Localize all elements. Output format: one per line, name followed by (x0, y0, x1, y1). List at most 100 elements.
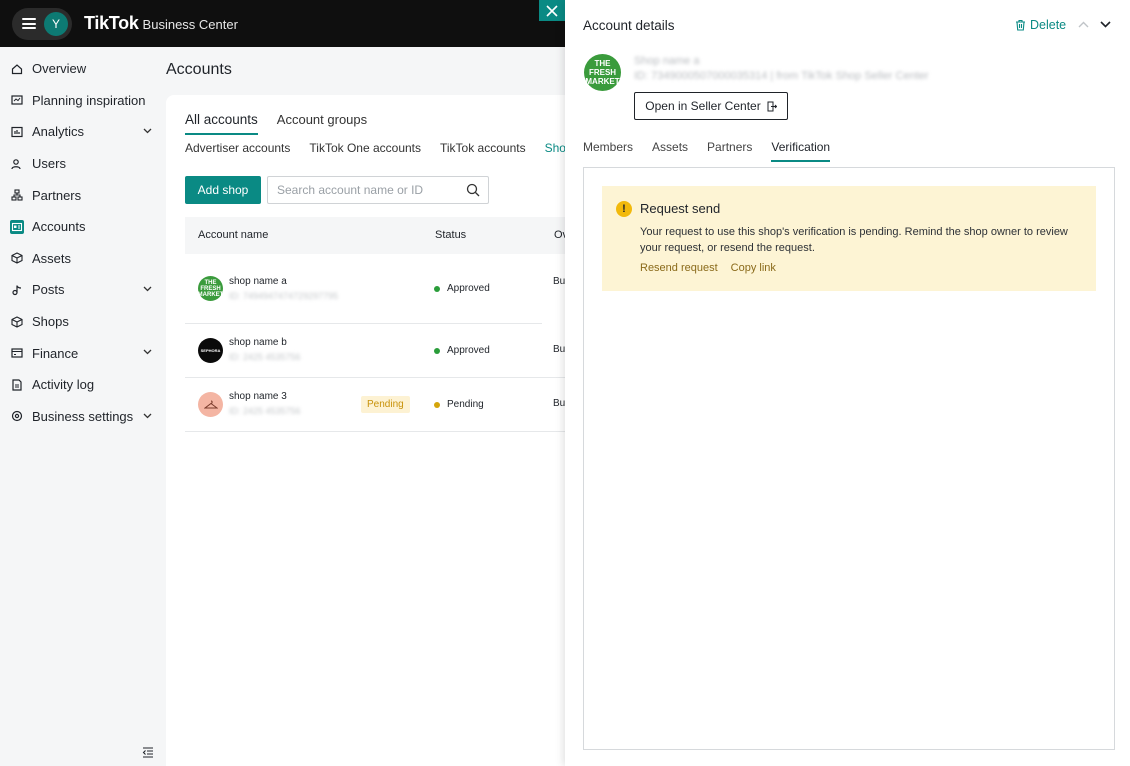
shop-name: Shop name a (634, 55, 700, 67)
users-icon (10, 157, 24, 171)
sidebar-item-label: Business settings (32, 408, 134, 424)
sidebar-item-planning-inspiration[interactable]: Planning inspiration (0, 85, 166, 117)
add-shop-button[interactable]: Add shop (185, 176, 261, 204)
page-title: Accounts (166, 61, 232, 78)
copy-link-link[interactable]: Copy link (731, 262, 776, 274)
chevron-down-icon[interactable] (143, 126, 152, 137)
close-drawer-button[interactable] (539, 0, 565, 21)
tab-tiktok-one-accounts[interactable]: TikTok One accounts (309, 141, 421, 155)
tab-members[interactable]: Members (583, 140, 633, 162)
alert-body: Your request to use this shop's verifica… (640, 226, 1068, 254)
tab-assets[interactable]: Assets (652, 140, 688, 162)
column-header-account-name: Account name (198, 229, 269, 241)
previous-record-button[interactable] (1078, 17, 1089, 31)
delete-button[interactable]: Delete (1015, 18, 1066, 32)
table-row[interactable]: THE FRESH MARKET shop name a ID: 7494947… (185, 254, 565, 324)
tab-tiktok-accounts[interactable]: TikTok accounts (440, 141, 526, 155)
open-seller-label: Open in Seller Center (645, 99, 761, 113)
owner-cell: Bu (553, 398, 566, 409)
tab-partners[interactable]: Partners (707, 140, 752, 162)
hanger-icon (203, 400, 218, 408)
sidebar-item-label: Overview (32, 61, 87, 77)
finance-icon (10, 346, 24, 360)
sidebar-item-analytics[interactable]: Analytics (0, 116, 166, 148)
partners-icon (10, 188, 24, 202)
shop-logo: THE FRESH MARKET (584, 54, 621, 91)
accounts-icon (10, 219, 24, 234)
shop-name: shop name b (229, 337, 287, 348)
account-type-tabs: Advertiser accounts TikTok One accounts … (185, 141, 566, 155)
status-dot (434, 285, 440, 292)
sidebar-item-label: Accounts (32, 219, 86, 235)
open-in-seller-center-button[interactable]: Open in Seller Center (634, 92, 788, 120)
main-content: Accounts All accounts Account groups Adv… (166, 47, 568, 766)
tab-verification[interactable]: Verification (771, 140, 831, 162)
table-row[interactable]: SEPHORA shop name b ID: 2425 4535756 App… (185, 324, 565, 378)
sidebar-item-accounts[interactable]: Accounts (0, 211, 166, 243)
settings-icon (10, 409, 24, 423)
verification-alert: ! Request send Your request to use this … (602, 186, 1096, 291)
activity-log-icon (10, 378, 24, 392)
brand-name: TikTok (84, 13, 139, 33)
chevron-down-icon[interactable] (143, 347, 152, 358)
account-details-drawer: Account details Delete THE FRESH MARKET … (565, 0, 1130, 766)
sidebar-item-partners[interactable]: Partners (0, 179, 166, 211)
status-text: Approved (447, 283, 490, 294)
account-menu-button[interactable]: Y (12, 7, 72, 40)
planning-icon (10, 93, 24, 107)
status-text: Pending (447, 399, 484, 410)
status-cell: Approved (434, 345, 490, 356)
sidebar-item-label: Assets (32, 250, 72, 266)
search-icon[interactable] (466, 183, 480, 200)
alert-title: Request send (640, 201, 721, 216)
table-header: Account name Status Ov (185, 217, 568, 254)
collapse-sidebar-icon[interactable] (142, 746, 154, 758)
analytics-icon (10, 125, 24, 139)
sidebar-item-activity-log[interactable]: Activity log (0, 369, 166, 401)
next-record-button[interactable] (1100, 17, 1111, 31)
trash-icon (1016, 19, 1025, 31)
shop-logo (198, 392, 223, 417)
shops-icon (10, 315, 24, 329)
resend-request-link[interactable]: Resend request (640, 262, 718, 274)
hamburger-icon (22, 18, 36, 29)
accounts-card: All accounts Account groups Advertiser a… (166, 95, 568, 766)
close-icon (546, 4, 558, 17)
status-cell: Pending (434, 399, 484, 410)
warning-icon: ! (616, 201, 632, 217)
brand-logo: TikTok Business Center (84, 13, 238, 34)
shop-name: shop name a (229, 276, 287, 287)
sidebar: Overview Planning inspiration Analytics … (0, 47, 166, 766)
chevron-down-icon[interactable] (143, 284, 152, 295)
sidebar-item-posts[interactable]: Posts (0, 274, 166, 306)
tab-advertiser-accounts[interactable]: Advertiser accounts (185, 141, 290, 155)
owner-cell: Bu (553, 276, 566, 287)
shop-id: ID: 7494947474729297795 (229, 291, 339, 301)
status-dot (434, 401, 440, 408)
external-link-icon (767, 101, 777, 111)
sidebar-item-label: Planning inspiration (32, 92, 146, 108)
sidebar-item-label: Users (32, 156, 66, 172)
sidebar-item-business-settings[interactable]: Business settings (0, 401, 166, 433)
sidebar-item-overview[interactable]: Overview (0, 53, 166, 85)
owner-cell: Bu (553, 344, 566, 355)
assets-icon (10, 251, 24, 265)
home-icon (10, 62, 24, 76)
verification-panel: ! Request send Your request to use this … (583, 167, 1115, 750)
sidebar-item-finance[interactable]: Finance (0, 337, 166, 369)
search-input[interactable] (277, 183, 457, 197)
tab-all-accounts[interactable]: All accounts (185, 112, 258, 135)
sidebar-item-shops[interactable]: Shops (0, 306, 166, 338)
status-cell: Approved (434, 283, 490, 294)
status-text: Approved (447, 345, 490, 356)
alert-links: Resend request Copy link (640, 262, 776, 274)
sidebar-item-users[interactable]: Users (0, 148, 166, 180)
tab-shops[interactable]: Sho (545, 141, 566, 155)
status-dot (434, 347, 440, 354)
tab-account-groups[interactable]: Account groups (277, 112, 367, 135)
sidebar-item-assets[interactable]: Assets (0, 243, 166, 275)
chevron-down-icon[interactable] (143, 411, 152, 422)
shop-logo: THE FRESH MARKET (198, 276, 223, 301)
table-row[interactable]: shop name 3 ID: 2425 4535756 Pending Pen… (185, 378, 565, 432)
sidebar-item-label: Activity log (32, 377, 95, 393)
